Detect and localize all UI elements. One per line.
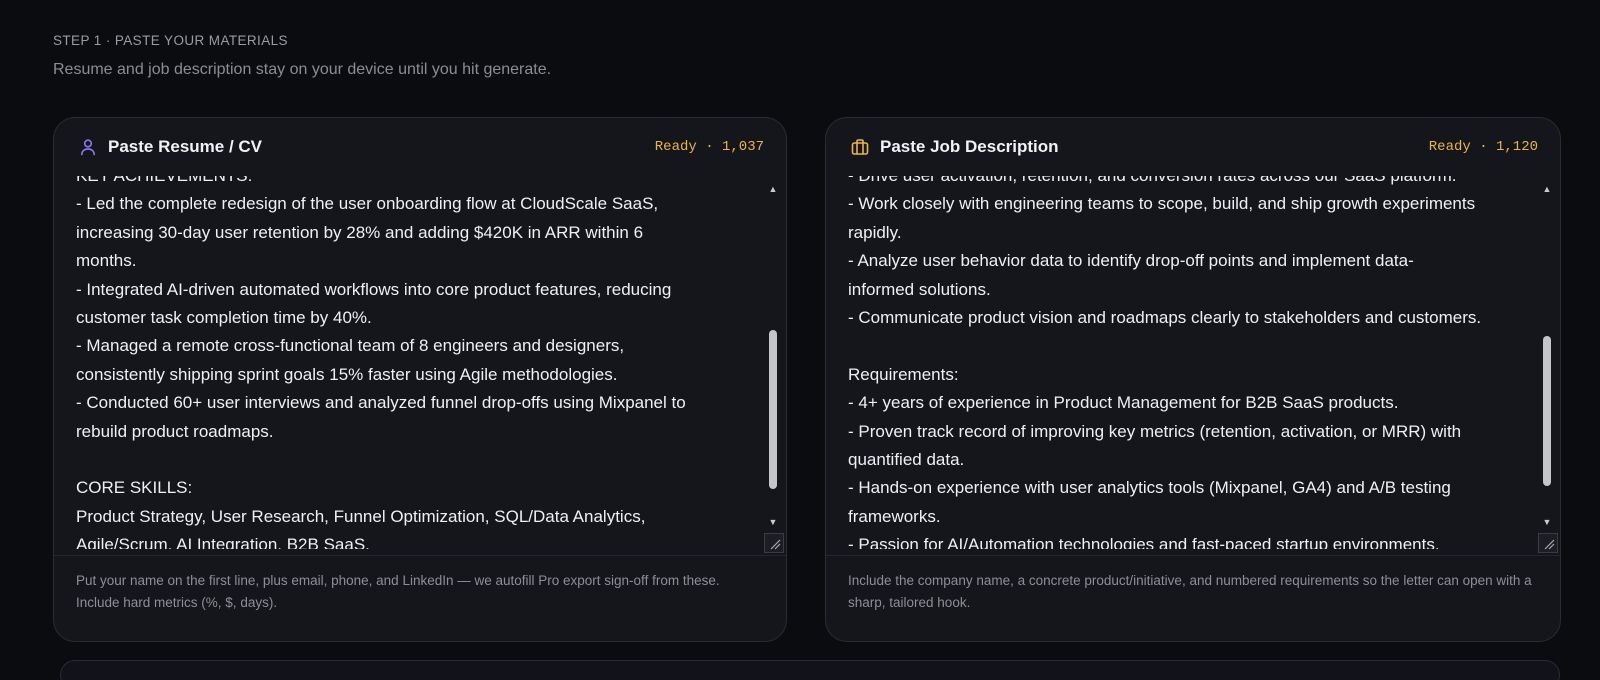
job-scroll-thumb[interactable] (1543, 336, 1551, 487)
resume-textarea[interactable]: KEY ACHIEVEMENTS: - Led the complete red… (54, 176, 764, 549)
scroll-up-arrow-icon[interactable]: ▲ (1540, 182, 1554, 196)
next-section-edge (60, 660, 1560, 680)
job-panel-title: Paste Job Description (880, 137, 1059, 156)
resume-panel-title: Paste Resume / CV (108, 137, 263, 156)
job-panel-header: Paste Job Description Ready · 1,120 (826, 118, 1560, 176)
job-status-badge: Ready · 1,120 (1428, 139, 1538, 155)
resume-text: KEY ACHIEVEMENTS: - Led the complete red… (76, 176, 686, 549)
scroll-down-arrow-icon[interactable]: ▼ (766, 515, 780, 529)
resume-helper-text: Put your name on the first line, plus em… (76, 573, 720, 610)
job-panel: Paste Job Description Ready · 1,120 - Dr… (825, 117, 1561, 642)
job-resize-handle[interactable] (1538, 533, 1558, 553)
scroll-down-arrow-icon[interactable]: ▼ (1540, 515, 1554, 529)
job-scrollbar[interactable]: ▲ ▼ (1540, 182, 1554, 529)
resume-status-badge: Ready · 1,037 (654, 139, 764, 155)
scroll-up-arrow-icon[interactable]: ▲ (766, 182, 780, 196)
job-text: - Drive user activation, retention, and … (848, 176, 1482, 549)
user-icon (78, 137, 98, 157)
page: STEP 1 · PASTE YOUR MATERIALS Resume and… (0, 0, 1600, 680)
resume-panel: Paste Resume / CV Ready · 1,037 KEY ACHI… (53, 117, 787, 642)
resume-divider (54, 555, 786, 556)
job-divider (826, 555, 1560, 556)
step-label: STEP 1 · PASTE YOUR MATERIALS (53, 33, 288, 48)
briefcase-icon (850, 137, 870, 157)
step-subtitle: Resume and job description stay on your … (53, 61, 552, 78)
resume-scrollbar[interactable]: ▲ ▼ (766, 182, 780, 529)
resume-panel-header: Paste Resume / CV Ready · 1,037 (54, 118, 786, 176)
resume-resize-handle[interactable] (764, 533, 784, 553)
job-helper-text: Include the company name, a concrete pro… (848, 573, 1532, 610)
resume-scroll-thumb[interactable] (769, 329, 777, 490)
job-textarea[interactable]: - Drive user activation, retention, and … (826, 176, 1538, 549)
